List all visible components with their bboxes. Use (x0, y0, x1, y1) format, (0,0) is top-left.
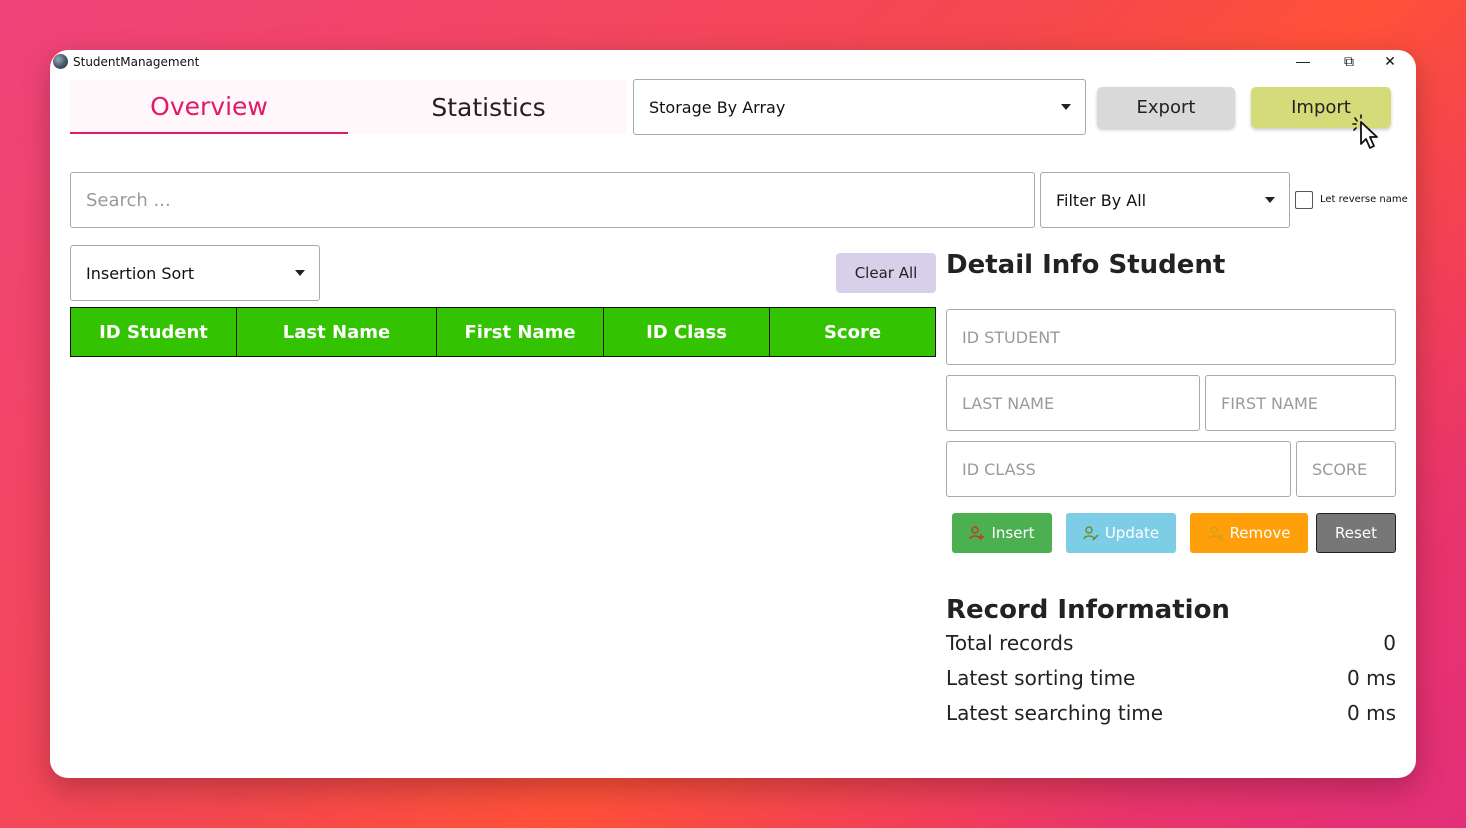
id-student-field[interactable] (946, 309, 1396, 365)
searching-time-label: Latest searching time (946, 701, 1164, 725)
chevron-down-icon (1265, 197, 1275, 203)
score-field[interactable] (1296, 441, 1396, 497)
searching-time-value: 0 ms (1347, 701, 1396, 725)
id-class-field[interactable] (946, 441, 1291, 497)
update-label: Update (1104, 524, 1160, 542)
tab-statistics[interactable]: Statistics (350, 80, 627, 134)
sorting-time-label: Latest sorting time (946, 666, 1136, 690)
sorting-time-value: 0 ms (1347, 666, 1396, 690)
column-header-id-class[interactable]: ID Class (604, 308, 770, 356)
detail-info-title: Detail Info Student (946, 250, 1226, 280)
total-records-row: Total records 0 (946, 631, 1396, 659)
record-info-title: Record Information (946, 595, 1230, 625)
storage-select[interactable]: Storage By Array (633, 79, 1086, 135)
tab-bar: Overview Statistics (70, 80, 627, 134)
insert-button[interactable]: Insert (952, 513, 1052, 553)
insert-label: Insert (991, 524, 1035, 542)
chevron-down-icon (1061, 104, 1071, 110)
storage-select-value: Storage By Array (649, 97, 786, 117)
sort-select-value: Insertion Sort (86, 263, 195, 283)
busy-cursor-icon (1352, 114, 1378, 149)
title-bar: StudentManagement — ⧉ ✕ (50, 50, 1416, 74)
first-name-field[interactable] (1205, 375, 1396, 431)
total-records-value: 0 (1383, 631, 1396, 655)
update-button[interactable]: Update (1066, 513, 1176, 553)
remove-button[interactable]: Remove (1190, 513, 1308, 553)
app-window: StudentManagement — ⧉ ✕ Overview Statist… (50, 50, 1416, 778)
filter-select-value: Filter By All (1056, 190, 1147, 210)
reverse-name-label: Let reverse name (1320, 194, 1408, 205)
add-user-icon (969, 526, 985, 540)
last-name-field[interactable] (946, 375, 1200, 431)
column-header-score[interactable]: Score (770, 308, 935, 356)
column-header-last-name[interactable]: Last Name (237, 308, 437, 356)
remove-user-icon (1207, 526, 1224, 541)
search-input[interactable] (70, 172, 1035, 228)
edit-user-icon (1083, 526, 1099, 541)
sort-algorithm-select[interactable]: Insertion Sort (70, 245, 320, 301)
total-records-label: Total records (946, 631, 1074, 655)
student-table-header: ID Student Last Name First Name ID Class… (70, 307, 936, 357)
minimize-icon[interactable]: — (1283, 50, 1323, 72)
restore-icon[interactable]: ⧉ (1329, 50, 1369, 72)
reverse-name-checkbox[interactable] (1295, 191, 1313, 209)
remove-label: Remove (1229, 524, 1291, 542)
close-icon[interactable]: ✕ (1370, 50, 1410, 72)
column-header-first-name[interactable]: First Name (437, 308, 604, 356)
export-button[interactable]: Export (1097, 87, 1235, 128)
clear-all-button[interactable]: Clear All (836, 253, 936, 293)
app-icon (53, 54, 68, 69)
sorting-time-row: Latest sorting time 0 ms (946, 666, 1396, 694)
window-title: StudentManagement (73, 55, 200, 69)
searching-time-row: Latest searching time 0 ms (946, 701, 1396, 729)
reset-button[interactable]: Reset (1316, 513, 1396, 553)
tab-overview[interactable]: Overview (70, 80, 348, 134)
filter-select[interactable]: Filter By All (1040, 172, 1290, 228)
chevron-down-icon (295, 270, 305, 276)
column-header-id-student[interactable]: ID Student (71, 308, 237, 356)
